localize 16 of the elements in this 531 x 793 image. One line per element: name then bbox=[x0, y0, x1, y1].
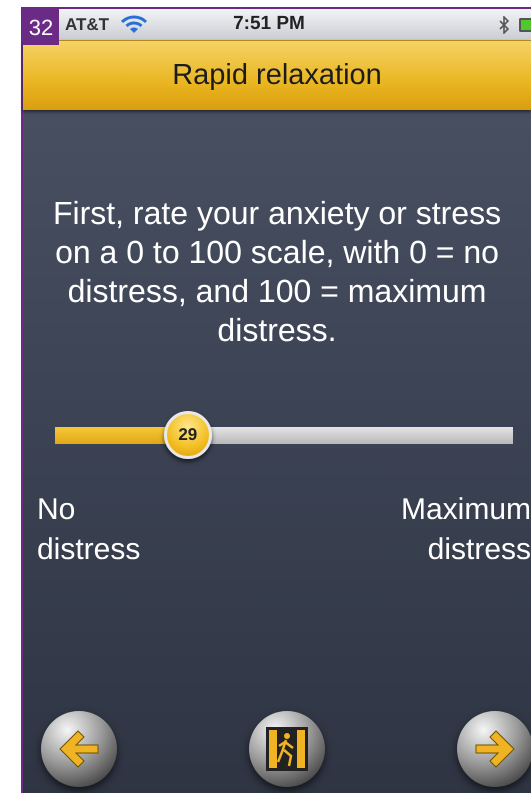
exit-button[interactable] bbox=[249, 711, 325, 787]
next-button[interactable] bbox=[457, 711, 531, 787]
back-button[interactable] bbox=[41, 711, 117, 787]
carrier-label: AT&T bbox=[65, 14, 110, 36]
exit-door-icon bbox=[265, 726, 309, 772]
wifi-icon bbox=[121, 14, 148, 34]
instructions-text: First, rate your anxiety or stress on a 0 to 100 scale, with 0 = no distress, and 100 = maximum distress. bbox=[52, 194, 502, 350]
slider[interactable]: 29 bbox=[31, 410, 531, 460]
page-number-badge: 32 bbox=[23, 9, 59, 45]
max-label: Maximum distress bbox=[400, 492, 531, 568]
status-time: 7:51 PM bbox=[233, 12, 305, 36]
battery-icon bbox=[519, 18, 531, 32]
screen-title: Rapid relaxation bbox=[172, 58, 382, 93]
min-label: No distress bbox=[37, 492, 142, 568]
bluetooth-icon bbox=[499, 16, 509, 34]
slider-thumb[interactable]: 29 bbox=[164, 411, 212, 459]
